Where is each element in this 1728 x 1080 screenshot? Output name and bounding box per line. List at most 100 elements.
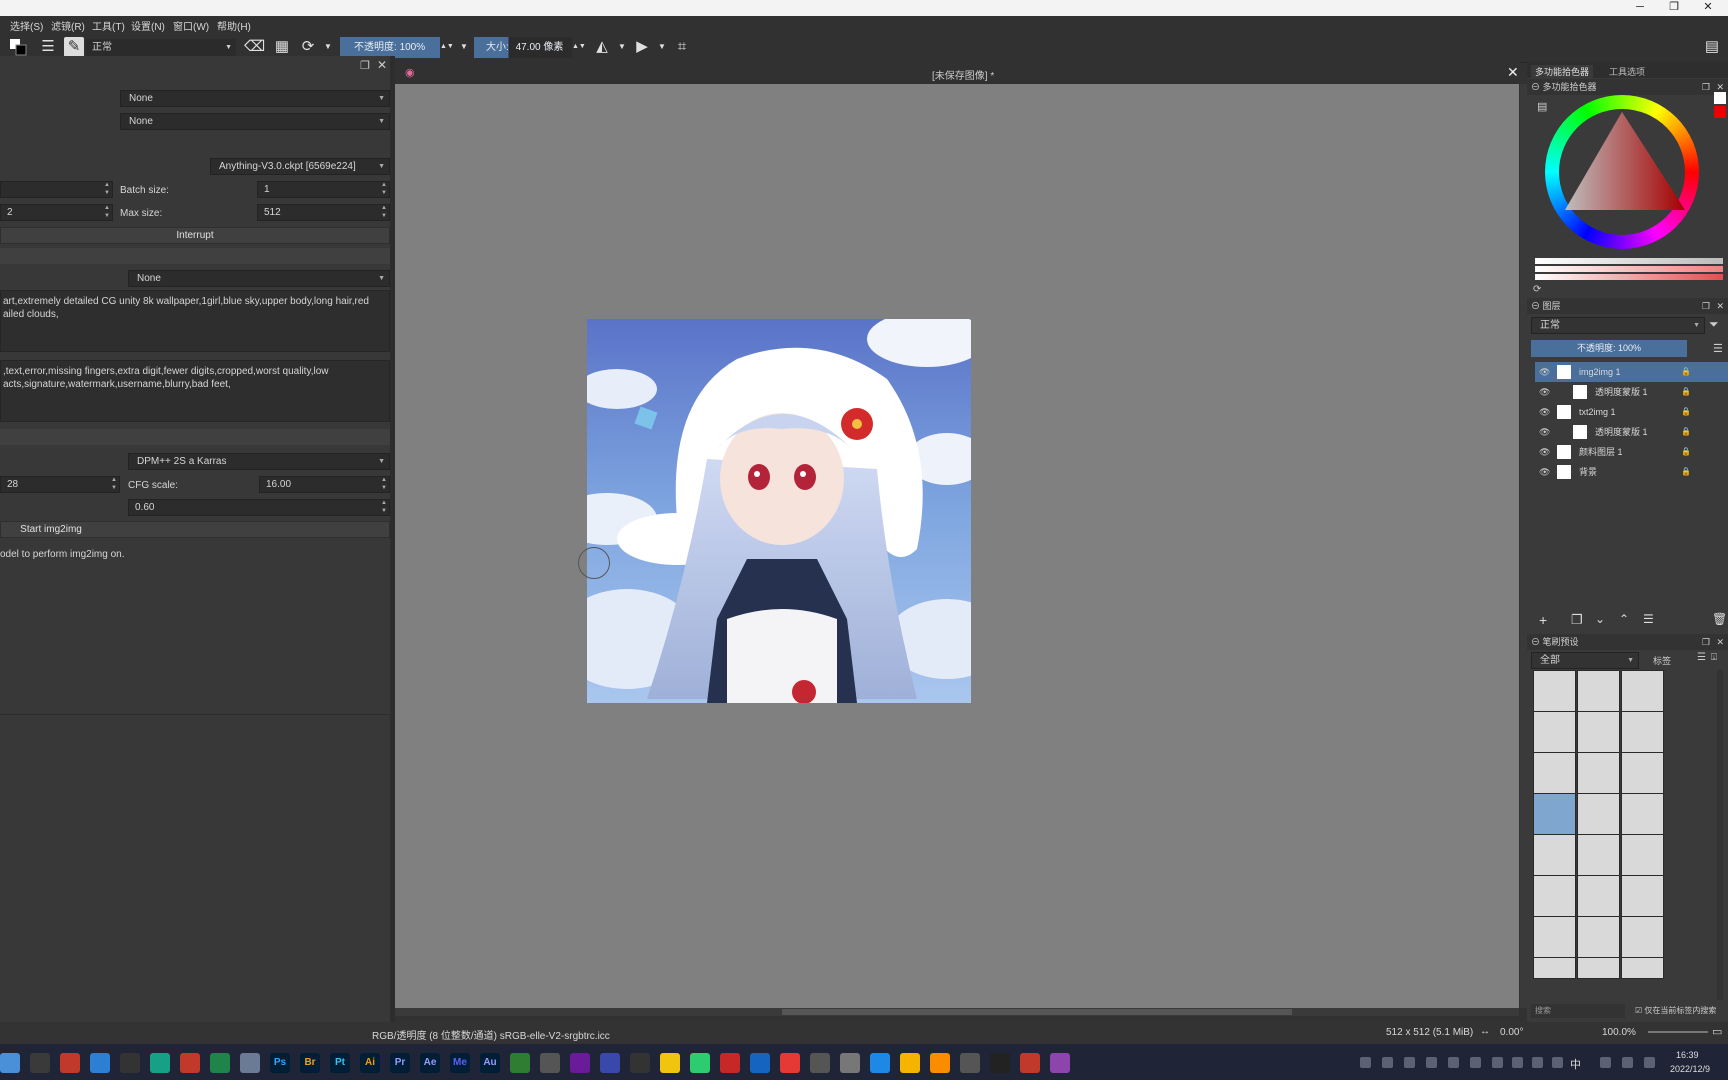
background-color-swatch[interactable] [1714, 106, 1726, 118]
spin-arrows-icon[interactable]: ▲▼ [572, 37, 586, 57]
tray-icon[interactable] [1360, 1057, 1371, 1068]
alpha-lock-icon[interactable]: ▦ [272, 37, 292, 57]
brush-filter-select[interactable]: 全部 ▼ [1531, 652, 1639, 669]
brush-preset-tile[interactable] [1577, 957, 1620, 979]
taskbar-app-icon[interactable] [120, 1053, 140, 1073]
lock-icon[interactable]: 🔒 [1681, 462, 1691, 482]
eraser-icon[interactable]: ⌫ [244, 37, 265, 57]
tray-icon[interactable] [1492, 1057, 1503, 1068]
taskbar-app-icon[interactable] [750, 1053, 770, 1073]
interrupt-button[interactable]: Interrupt [0, 227, 390, 244]
model-select[interactable]: Anything-V3.0.ckpt [6569e224] ▼ [210, 158, 390, 175]
visibility-icon[interactable]: 👁 [1539, 422, 1550, 442]
brush-preset-tile[interactable] [1621, 834, 1664, 876]
brush-preset-tile[interactable] [1577, 834, 1620, 876]
chevron-down-icon[interactable]: ▼ [454, 37, 474, 57]
float-docker-icon[interactable]: ❐ [1702, 634, 1710, 650]
lock-icon[interactable]: 🔒 [1681, 402, 1691, 422]
cfg-scale-spin[interactable]: 16.00 ▲ ▼ [259, 476, 390, 493]
float-docker-icon[interactable]: ❐ [1702, 298, 1710, 314]
taskbar-app-icon[interactable] [570, 1053, 590, 1073]
maximize-button[interactable]: ❐ [1658, 0, 1690, 16]
brush-preset-tile[interactable] [1577, 670, 1620, 712]
ime-indicator[interactable]: 中 [1570, 1056, 1581, 1072]
chevron-down-icon[interactable]: ▼ [318, 37, 338, 57]
taskbar-app-icon[interactable] [900, 1053, 920, 1073]
foreground-color-swatch[interactable] [1714, 92, 1726, 104]
tray-icon[interactable] [1470, 1057, 1481, 1068]
brush-preset-tile[interactable] [1533, 752, 1576, 794]
brush-preset-tile[interactable] [1621, 957, 1664, 979]
brush-tag-button[interactable]: 标签 [1653, 654, 1671, 667]
brush-preset-tile[interactable] [1621, 752, 1664, 794]
close-docker-icon[interactable]: ✕ [377, 58, 387, 72]
brush-preset-tile[interactable] [1533, 916, 1576, 958]
layer-row[interactable]: 👁 txt2img 1 🔒 [1535, 402, 1728, 422]
taskbar-app-ai[interactable]: Ai [360, 1053, 380, 1073]
brush-preset-tile[interactable] [1577, 916, 1620, 958]
steps-spin[interactable]: 28 ▲ ▼ [0, 476, 120, 493]
tray-icon[interactable] [1512, 1057, 1523, 1068]
combo-none-2[interactable]: None ▼ [120, 113, 390, 130]
move-down-icon[interactable]: ⌄ [1595, 612, 1605, 626]
tray-icon[interactable] [1404, 1057, 1415, 1068]
taskbar-app-icon[interactable] [90, 1053, 110, 1073]
size-slider[interactable]: 大小: 47.00 像素 [474, 37, 572, 58]
left-spin-1[interactable]: ▲ ▼ [0, 181, 113, 198]
delete-layer-icon[interactable]: 🗑 [1712, 612, 1727, 626]
lock-icon[interactable]: ⊖ [1531, 637, 1540, 647]
menu-help[interactable]: 帮助(H) [217, 18, 251, 33]
brush-preset-tile[interactable] [1621, 875, 1664, 917]
visibility-icon[interactable]: 👁 [1539, 462, 1550, 482]
vertical-scrollbar[interactable] [1520, 84, 1527, 1008]
taskbar-app-icon[interactable] [1050, 1053, 1070, 1073]
menu-icon[interactable]: ☰ [1713, 342, 1723, 355]
taskbar-app-icon[interactable] [960, 1053, 980, 1073]
close-document-icon[interactable]: ✕ [1507, 64, 1519, 81]
taskbar-app-icon[interactable] [240, 1053, 260, 1073]
workspace-icon[interactable]: ▤ [1702, 37, 1722, 57]
taskbar-app-ae[interactable]: Ae [420, 1053, 440, 1073]
lock-icon[interactable]: 🔒 [1681, 362, 1691, 382]
fg-bg-color-icon[interactable] [8, 37, 28, 57]
sampler-select[interactable]: DPM++ 2S a Karras ▼ [128, 453, 390, 470]
opacity-slider[interactable]: 不透明度: 100% [340, 37, 440, 58]
taskbar-app-icon[interactable] [180, 1053, 200, 1073]
move-up-icon[interactable]: ⌃ [1619, 612, 1629, 626]
brush-preset-tile[interactable] [1533, 957, 1576, 979]
combo-none-1[interactable]: None ▼ [120, 90, 390, 107]
taskbar-app-icon[interactable] [690, 1053, 710, 1073]
taskbar-app-icon[interactable] [210, 1053, 230, 1073]
add-layer-icon[interactable]: + [1539, 612, 1547, 628]
visibility-icon[interactable]: 👁 [1539, 382, 1550, 402]
taskbar-app-icon[interactable] [720, 1053, 740, 1073]
import-icon[interactable]: ⍗ [1711, 652, 1717, 663]
taskbar-app-icon[interactable] [630, 1053, 650, 1073]
batch-size-spin[interactable]: 1 ▲ ▼ [257, 181, 390, 198]
color-slider-2[interactable] [1535, 266, 1723, 272]
layer-row[interactable]: 👁 颜料图层 1 🔒 [1535, 442, 1728, 462]
refresh-icon[interactable]: ⟳ [1533, 284, 1541, 295]
combo-none-3[interactable]: None ▼ [128, 270, 390, 287]
brush-settings-icon[interactable]: ☰ [38, 37, 58, 57]
horizontal-scrollbar[interactable] [395, 1008, 1519, 1016]
tray-icon[interactable] [1426, 1057, 1437, 1068]
taskbar-app-icon[interactable] [1020, 1053, 1040, 1073]
tray-icon[interactable] [1552, 1057, 1563, 1068]
taskbar-app-icon[interactable] [930, 1053, 950, 1073]
tray-icon[interactable] [1600, 1057, 1611, 1068]
brush-preset-tile[interactable] [1621, 670, 1664, 712]
brush-preset-tile[interactable] [1533, 793, 1576, 835]
list-view-icon[interactable]: ☰ [1697, 652, 1706, 663]
crop-icon[interactable]: ⌗ [672, 37, 692, 57]
lock-icon[interactable]: 🔒 [1681, 382, 1691, 402]
color-slider-1[interactable] [1535, 258, 1723, 264]
tray-icon[interactable] [1622, 1057, 1633, 1068]
layer-opacity-slider[interactable]: 不透明度: 100% [1531, 340, 1687, 357]
layer-row[interactable]: 👁 img2img 1 🔒 [1535, 362, 1728, 382]
color-slider-3[interactable] [1535, 274, 1723, 280]
layer-blend-mode-select[interactable]: 正常 ▼ [1531, 317, 1705, 334]
taskbar-app-icon[interactable] [840, 1053, 860, 1073]
taskbar-app-me[interactable]: Me [450, 1053, 470, 1073]
close-docker-icon[interactable]: ✕ [1716, 634, 1724, 650]
